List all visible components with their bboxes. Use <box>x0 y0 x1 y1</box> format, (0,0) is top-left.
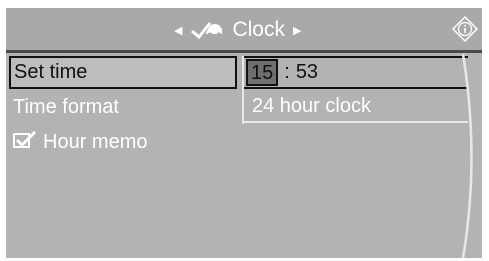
info-icon[interactable] <box>451 15 479 43</box>
time-format-value[interactable]: 24 hour clock <box>244 92 468 123</box>
header-title-group: ◀ Clock ▶ <box>174 10 301 50</box>
menu-item-label: Set time <box>14 61 88 83</box>
triangle-right-icon[interactable]: ▶ <box>293 24 301 37</box>
time-value-field[interactable]: 15 : 53 <box>244 56 468 89</box>
checkbox-checked-icon[interactable] <box>13 130 37 155</box>
time-format-label: 24 hour clock <box>252 95 371 117</box>
header-divider <box>6 50 482 53</box>
car-wrench-icon <box>190 19 224 41</box>
header-title: Clock <box>232 18 285 41</box>
menu-item-set-time[interactable]: Set time <box>9 56 237 89</box>
hour-field[interactable]: 15 <box>246 59 279 86</box>
menu-item-label: Time format <box>13 96 119 118</box>
triangle-left-icon[interactable]: ◀ <box>174 24 182 37</box>
clock-menu-panel: ◀ Clock ▶ Set time Time format Hour memo… <box>6 8 482 258</box>
menu-item-time-format[interactable]: Time format <box>11 92 119 123</box>
minute-field[interactable]: 53 <box>296 61 318 84</box>
time-separator: : <box>284 61 290 83</box>
screen: ◀ Clock ▶ Set time Time format Hour memo… <box>0 0 489 261</box>
menu-item-label: Hour memo <box>43 131 148 153</box>
header-bar: ◀ Clock ▶ <box>6 8 482 50</box>
menu-item-hour-memo[interactable]: Hour memo <box>11 127 147 158</box>
